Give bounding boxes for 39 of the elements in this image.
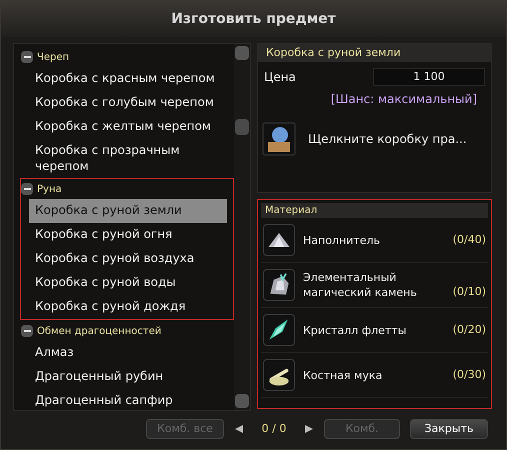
collapse-toggle[interactable] (21, 183, 33, 195)
recipe-item[interactable]: Коробка с красным черепом (29, 67, 227, 91)
group-header: Обмен драгоценностей (37, 324, 162, 338)
material-name: Костная мука (303, 368, 384, 384)
window-title: Изготовить предмет (171, 10, 336, 28)
material-count: (0/20) (452, 322, 486, 338)
material-name: Элементальный магический камень (303, 270, 418, 300)
group-header: Череп (37, 50, 70, 64)
material-count: (0/10) (452, 284, 486, 300)
recipe-item[interactable]: Коробка с руной воды (29, 271, 227, 295)
materials-title: Материал (261, 203, 488, 218)
previous-page-icon[interactable] (234, 424, 244, 434)
recipe-item[interactable]: Коробка с руной воздуха (29, 247, 227, 271)
box-icon (262, 122, 296, 156)
collapse-toggle[interactable] (21, 325, 33, 337)
recipe-item[interactable]: Драгоценный рубин (29, 365, 227, 389)
next-page-icon[interactable] (304, 424, 314, 434)
recipe-item[interactable]: Коробка с руной земли (29, 199, 227, 223)
scrollbar[interactable] (234, 44, 250, 410)
recipe-item[interactable]: Коробка с руной дождя (29, 295, 227, 319)
material-count: (0/40) (452, 232, 486, 248)
collapse-toggle[interactable] (21, 51, 33, 63)
material-name: Кристалл флетты (303, 323, 408, 338)
page-counter: 0 / 0 (260, 420, 288, 437)
material-name: Наполнитель (303, 233, 381, 248)
recipe-item[interactable]: Драгоценный сапфир (29, 389, 227, 410)
product-hint: Щелкните коробку пра... (308, 131, 467, 148)
recipe-item[interactable]: Коробка с прозрачным черепом (29, 139, 227, 177)
footer-button[interactable]: Закрыть (410, 419, 488, 439)
chance-text: [Шанс: максимальный] (330, 91, 478, 108)
material-count: (0/30) (452, 366, 486, 383)
price-field: 1 100 (373, 68, 485, 86)
recipe-item[interactable]: Алмаз (29, 341, 227, 365)
group-header: Руна (37, 182, 62, 196)
detail-title: Коробка с руной земли (258, 44, 491, 62)
recipe-item[interactable]: Коробка с руной огня (29, 223, 227, 247)
recipe-item[interactable]: Коробка с желтым черепом (29, 115, 227, 139)
recipe-item[interactable]: Коробка с голубым черепом (29, 91, 227, 115)
price-label: Цена (264, 69, 296, 86)
